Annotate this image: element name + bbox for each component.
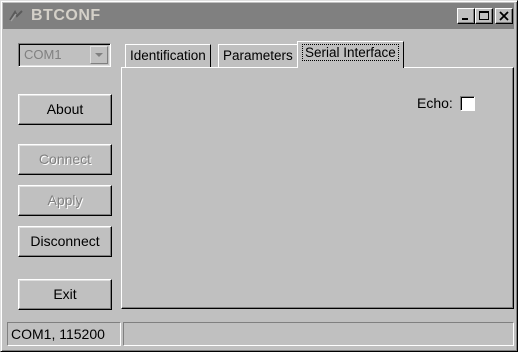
main-window: BTCONF COM1 About Connect Apply Disconne… bbox=[0, 0, 518, 352]
echo-checkbox[interactable] bbox=[460, 96, 475, 111]
port-select-value: COM1 bbox=[24, 47, 62, 62]
about-button[interactable]: About bbox=[18, 94, 112, 125]
tab-serial-interface[interactable]: Serial Interface bbox=[297, 41, 404, 68]
chevron-down-icon bbox=[95, 53, 103, 57]
port-select-dropdown-button[interactable] bbox=[90, 46, 108, 64]
exit-button[interactable]: Exit bbox=[18, 279, 112, 310]
minimize-button[interactable] bbox=[457, 8, 475, 24]
port-select[interactable]: COM1 bbox=[18, 43, 111, 67]
maximize-button[interactable] bbox=[475, 8, 493, 24]
tab-identification[interactable]: Identification bbox=[125, 44, 211, 68]
tab-serial-interface-label: Serial Interface bbox=[302, 44, 399, 61]
tab-identification-label: Identification bbox=[130, 48, 206, 63]
close-icon bbox=[499, 11, 509, 21]
status-connection: COM1, 115200 bbox=[7, 322, 121, 346]
disconnect-button[interactable]: Disconnect bbox=[18, 226, 112, 257]
window-title: BTCONF bbox=[31, 7, 101, 24]
tab-parameters[interactable]: Parameters bbox=[218, 44, 298, 68]
tab-panel-serial-interface: Echo: bbox=[121, 67, 514, 309]
title-bar[interactable]: BTCONF bbox=[3, 3, 514, 29]
echo-label: Echo: bbox=[417, 95, 453, 111]
close-button[interactable] bbox=[495, 8, 513, 24]
status-message bbox=[123, 322, 514, 346]
maximize-icon bbox=[479, 11, 489, 20]
app-icon bbox=[9, 10, 23, 22]
apply-button[interactable]: Apply bbox=[18, 185, 112, 216]
tab-parameters-label: Parameters bbox=[223, 48, 293, 63]
minimize-icon bbox=[462, 18, 468, 20]
connect-button[interactable]: Connect bbox=[18, 144, 112, 175]
